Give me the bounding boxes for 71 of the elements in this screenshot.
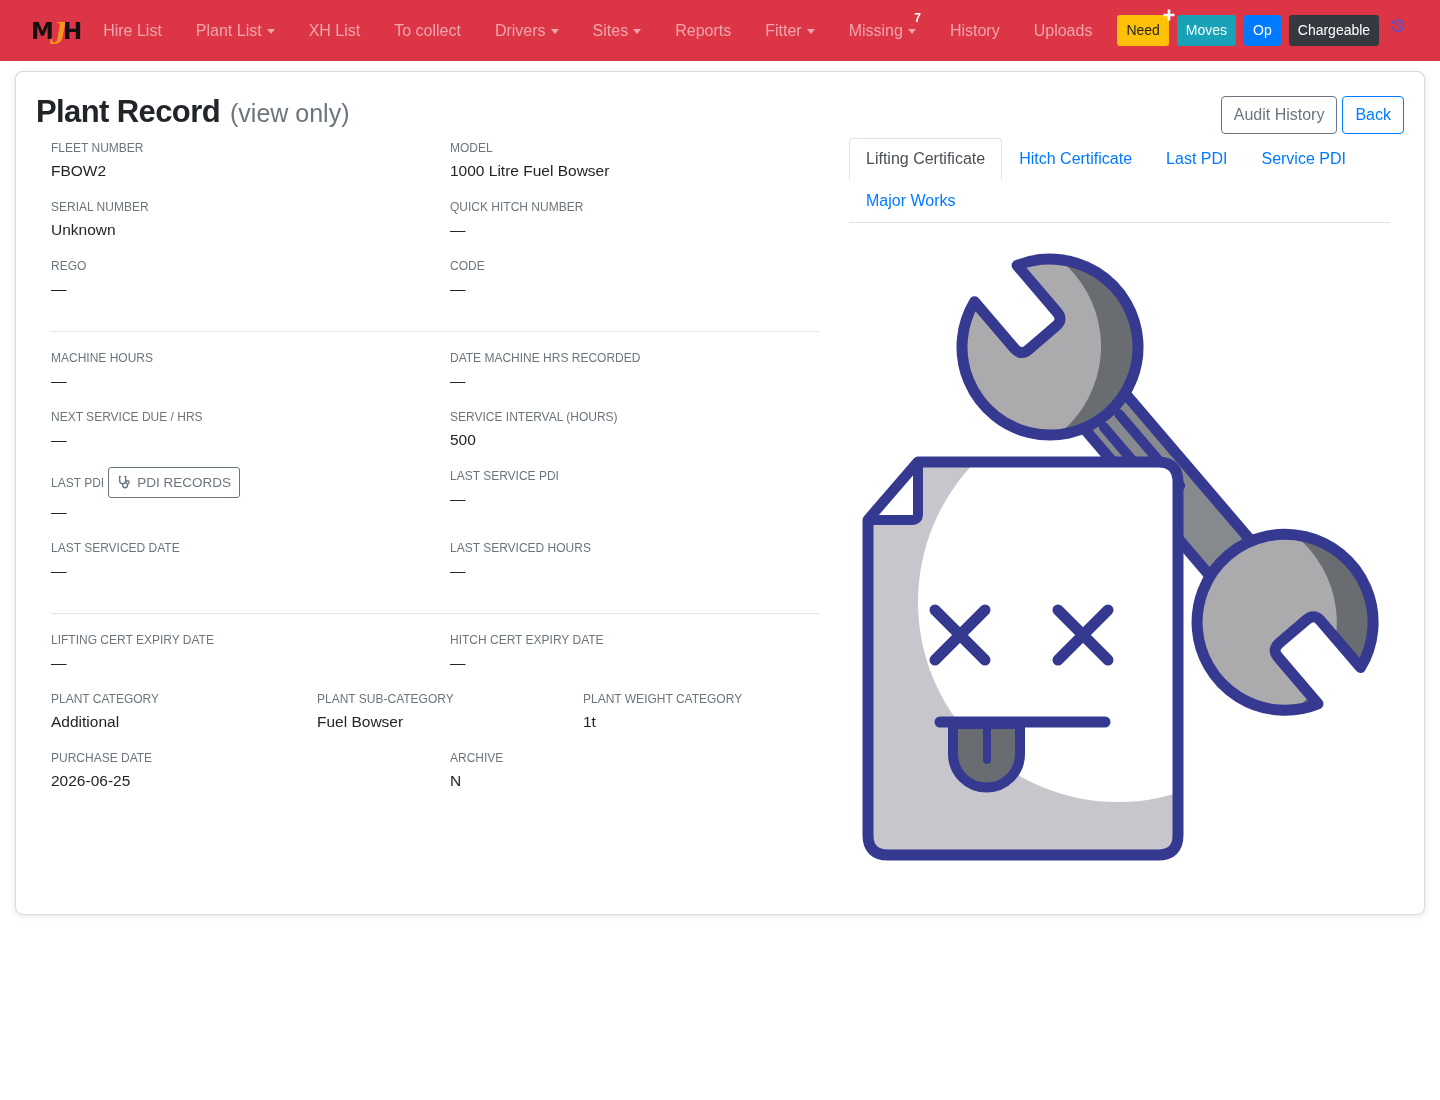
nav-link[interactable]: Drivers (477, 10, 576, 51)
nav-link[interactable]: Uploads (1016, 10, 1110, 51)
field-value: — (450, 653, 467, 673)
nav-button[interactable]: Need (1117, 15, 1169, 46)
field-value: — (51, 279, 68, 299)
tab[interactable]: Lifting Certificate (849, 138, 1003, 180)
nav-link[interactable]: Plant List (178, 10, 292, 51)
field-label: DATE MACHINE HRS RECORDED (450, 350, 642, 367)
action-button[interactable]: Audit History (1220, 96, 1338, 134)
nav-button[interactable]: Op (1244, 15, 1281, 46)
field-label: PLANT CATEGORY (51, 691, 161, 708)
tab[interactable]: Hitch Certificate (1002, 138, 1150, 180)
nav-link[interactable]: Reports (658, 10, 749, 51)
nav-link[interactable]: Missing 7 (831, 10, 933, 51)
history-icon[interactable] (1390, 17, 1407, 34)
field-label: SERVICE INTERVAL (HOURS) (450, 409, 619, 426)
field-label: NEXT SERVICE DUE / HRS (51, 409, 204, 426)
brand-logo[interactable]: MJH (31, 12, 82, 49)
field-value: 1000 Litre Fuel Bowser (450, 161, 611, 181)
nav-link[interactable]: Hire List (86, 10, 179, 51)
stethoscope-icon (117, 475, 133, 490)
field-value: FBOW2 (51, 161, 108, 181)
field-value: Unknown (51, 220, 117, 240)
nav-button[interactable]: Chargeable (1288, 15, 1380, 46)
field-label: REGO (51, 258, 88, 275)
field-value: — (51, 371, 68, 391)
records-button[interactable]: PDI RECORDS (108, 467, 240, 498)
field-value: — (51, 561, 68, 581)
field-value: — (450, 220, 467, 240)
field-label: FLEET NUMBER (51, 140, 145, 157)
page-title: Plant Record (36, 93, 220, 131)
field-label: MACHINE HOURS (51, 350, 154, 367)
tab[interactable]: Major Works (849, 180, 973, 222)
field-value: Fuel Bowser (317, 712, 405, 732)
field-label: LAST SERVICED DATE (51, 540, 181, 557)
notification-count: 7 (914, 11, 921, 24)
field-value: 500 (450, 430, 477, 450)
field-label: LIFTING CERT EXPIRY DATE (51, 632, 215, 649)
nav-button[interactable]: Moves (1176, 15, 1237, 46)
field-label: SERIAL NUMBER (51, 199, 150, 216)
field-label: MODEL (450, 140, 494, 157)
field-label: HITCH CERT EXPIRY DATE (450, 632, 605, 649)
field-label: ARCHIVE (450, 750, 505, 767)
field-label: LAST SERVICE PDI (450, 468, 560, 485)
nav-link[interactable]: Fitter (748, 10, 832, 51)
nav-link[interactable]: History (932, 10, 1017, 51)
field-value: N (450, 771, 463, 791)
nav-link[interactable]: XH List (291, 10, 378, 51)
field-value: 1t (583, 712, 597, 732)
field-label: LAST SERVICED HOURS (450, 540, 592, 557)
field-label: PLANT WEIGHT CATEGORY (583, 691, 744, 708)
field-value: — (51, 653, 68, 673)
field-value: — (450, 371, 467, 391)
tab[interactable]: Last PDI (1149, 138, 1245, 180)
tab[interactable]: Service PDI (1244, 138, 1363, 180)
page-subtitle: (view only) (230, 98, 350, 129)
field-value: — (51, 430, 68, 450)
field-label: PLANT SUB-CATEGORY (317, 691, 455, 708)
nav-link[interactable]: To collect (377, 10, 478, 51)
field-value: — (450, 489, 467, 509)
field-value: 2026-06-25 (51, 771, 132, 791)
nav-link[interactable]: Sites (575, 10, 659, 51)
field-label: CODE (450, 258, 486, 275)
field-value: — (51, 502, 68, 522)
field-label: QUICK HITCH NUMBER (450, 199, 585, 216)
field-value: — (450, 279, 467, 299)
field-label: PURCHASE DATE (51, 750, 154, 767)
action-button[interactable]: Back (1342, 96, 1404, 134)
field-value: Additional (51, 712, 121, 732)
field-label: LAST PDI (51, 474, 105, 492)
field-value: — (450, 561, 467, 581)
